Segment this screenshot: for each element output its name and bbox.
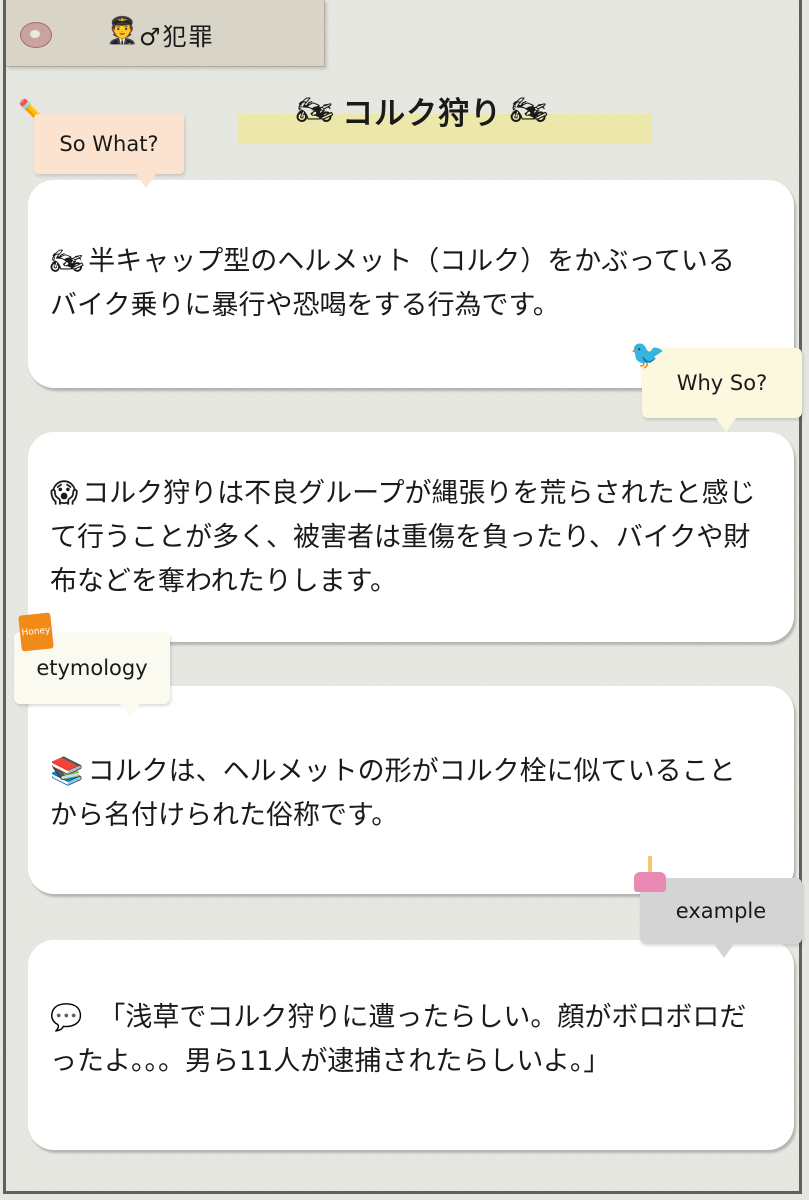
police-officer-icon: 🧑‍✈️ [106, 16, 139, 46]
motorcycle-icon: 🏍 [510, 92, 549, 128]
cake-icon [634, 872, 666, 892]
example-text: 「浅草でコルク狩りに遭ったらしい。顔がボロボロだったよ。。。男ら11人が逮捕され… [50, 1002, 747, 1077]
example-card: 💬 「浅草でコルク狩りに遭ったらしい。顔がボロボロだったよ。。。男ら11人が逮捕さ… [28, 940, 794, 1150]
category-tag: 🧑‍✈️ ♂犯罪 [6, 0, 325, 67]
page-title-text: コルク狩り [342, 95, 503, 132]
bird-icon: 🐦 [630, 338, 665, 371]
reason-text: コルク狩りは不良グループが縄張りを荒らされたと感じて行うことが多く、被害者は重傷… [50, 478, 756, 597]
motorcycle-icon: 🏍 [296, 92, 335, 128]
label-tail [120, 704, 140, 718]
so-what-label-text: So What? [59, 132, 159, 156]
why-so-label-text: Why So? [676, 371, 768, 395]
why-so-label: Why So? [642, 348, 802, 432]
page-frame: 🧑‍✈️ ♂犯罪 🏍 コルク狩り 🏍 🏍 半キャップ型のヘルメット（コルク）をかぶ… [3, 0, 802, 1194]
speech-bubble-icon: 💬 [50, 1003, 83, 1033]
label-tail [716, 418, 736, 432]
so-what-label: So What? [34, 114, 184, 188]
motorcycle-icon: 🏍 [50, 246, 85, 277]
example-label-text: example [675, 899, 767, 923]
honey-jar-icon: Honey [18, 612, 54, 652]
tag-hole-icon [20, 22, 52, 48]
etymology-card: 📚 コルクは、ヘルメットの形がコルク栓に似ていることから名付けられた俗称です。 [28, 686, 794, 894]
reason-card: 😱 コルク狩りは不良グループが縄張りを荒らされたと感じて行うことが多く、被害者は重… [28, 432, 794, 642]
screaming-face-icon: 😱 [50, 478, 79, 509]
category-tag-text: ♂犯罪 [139, 23, 215, 51]
etymology-label-text: etymology [36, 656, 148, 680]
label-tail [136, 174, 156, 188]
candle-icon [648, 856, 652, 872]
page-title: 🏍 コルク狩り 🏍 [296, 86, 548, 134]
etymology-text: コルクは、ヘルメットの形がコルク栓に似ていることから名付けられた俗称です。 [50, 756, 736, 831]
books-icon: 📚 [50, 756, 84, 787]
label-tail [714, 944, 734, 958]
definition-text: 半キャップ型のヘルメット（コルク）をかぶっているバイク乗りに暴行や恐喝をする行為… [50, 246, 735, 321]
